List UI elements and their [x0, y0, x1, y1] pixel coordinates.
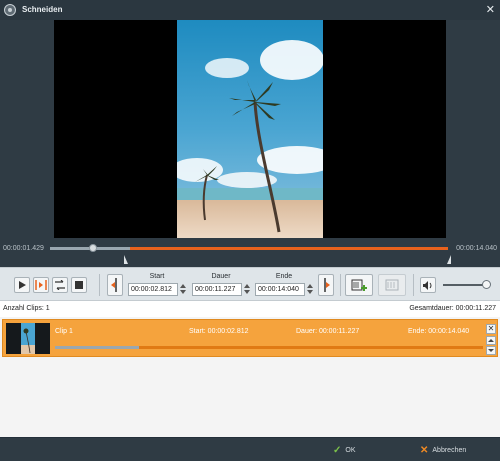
control-bar: Start Dauer Ende — [0, 267, 500, 301]
stop-icon — [75, 281, 83, 289]
clip-side-controls: ✕ — [486, 324, 496, 356]
spin-down-icon[interactable] — [179, 289, 187, 295]
end-spinner[interactable] — [306, 283, 314, 296]
title-bar: Schneiden ✕ — [0, 0, 500, 20]
x-icon: ✕ — [420, 445, 429, 456]
duration-spinner[interactable] — [243, 283, 251, 296]
ok-label: OK — [345, 447, 356, 454]
remove-clip-button[interactable] — [378, 274, 406, 296]
move-down-icon[interactable] — [486, 346, 496, 355]
timeline-track[interactable] — [50, 247, 448, 250]
clip-progress-bar — [55, 346, 483, 349]
volume-icon — [423, 280, 432, 290]
start-spinner[interactable] — [179, 283, 187, 296]
start-time-field[interactable] — [128, 283, 178, 296]
clips-header: Anzahl Clips: 1 Gesamtdauer: 00:00:11.22… — [0, 301, 500, 317]
total-time: 00:00:14.040 — [456, 245, 497, 252]
clip-start: Start: 00:00:02.812 — [189, 328, 249, 335]
video-frame — [54, 20, 446, 238]
volume-slider-handle[interactable] — [482, 280, 491, 289]
clip-thumbnail — [6, 323, 50, 354]
timeline: 00:00:01.429 00:00:14.040 — [0, 241, 500, 267]
dauer-label: Dauer — [211, 273, 231, 280]
set-start-icon — [111, 278, 117, 292]
play-icon — [19, 281, 26, 289]
ok-button[interactable]: ✓ OK — [333, 445, 356, 456]
cancel-label: Abbrechen — [432, 447, 467, 454]
start-marker-handle[interactable] — [124, 255, 128, 264]
app-icon — [4, 4, 16, 16]
remove-clip-icon — [385, 279, 399, 291]
set-start-button[interactable] — [107, 274, 123, 296]
footer: ✓ OK ✕ Abbrechen — [0, 437, 500, 461]
ende-label: Ende — [275, 273, 293, 280]
list-item[interactable]: Clip 1 Start: 00:00:02.812 Dauer: 00:00:… — [2, 319, 498, 357]
cut-dialog: Schneiden ✕ 00:00:01.429 00:00:14.040 St… — [0, 0, 500, 461]
current-time: 00:00:01.429 — [3, 245, 44, 252]
playhead-handle[interactable] — [89, 244, 97, 252]
move-up-icon[interactable] — [486, 336, 496, 345]
start-label: Start — [149, 273, 165, 280]
add-clip-button[interactable] — [345, 274, 373, 296]
clip-count: Anzahl Clips: 1 — [3, 305, 50, 312]
cancel-button[interactable]: ✕ Abbrechen — [420, 445, 466, 456]
set-end-icon — [324, 278, 330, 292]
separator — [99, 274, 100, 296]
volume-slider-track[interactable] — [443, 284, 487, 286]
clip-progress-played — [55, 346, 139, 349]
duration-field[interactable] — [192, 283, 242, 296]
clip-duration: Dauer: 00:00:11.227 — [296, 328, 360, 335]
clip-list: Clip 1 Start: 00:00:02.812 Dauer: 00:00:… — [0, 317, 500, 437]
clip-name: Clip 1 — [55, 328, 73, 335]
end-time-field[interactable] — [255, 283, 305, 296]
separator — [413, 274, 414, 296]
volume-button[interactable] — [420, 277, 436, 293]
play-selection-icon — [35, 280, 47, 290]
window-title: Schneiden — [22, 5, 63, 14]
video-preview-area — [0, 20, 500, 241]
total-duration: Gesamtdauer: 00:00:11.227 — [409, 305, 496, 312]
stop-button[interactable] — [71, 277, 87, 293]
add-clip-icon — [351, 279, 367, 291]
separator — [340, 274, 341, 296]
play-button[interactable] — [14, 277, 30, 293]
end-marker-handle[interactable] — [447, 255, 451, 264]
check-icon: ✓ — [333, 445, 342, 456]
clip-end: Ende: 00:00:14.040 — [408, 328, 470, 335]
video-preview-image — [177, 20, 323, 238]
set-end-button[interactable] — [318, 274, 334, 296]
loop-button[interactable] — [52, 277, 68, 293]
spin-down-icon[interactable] — [243, 289, 251, 295]
timeline-selection — [130, 247, 448, 250]
play-selection-button[interactable] — [33, 277, 49, 293]
loop-icon — [55, 280, 65, 290]
delete-clip-icon[interactable]: ✕ — [486, 324, 496, 334]
spin-down-icon[interactable] — [306, 289, 314, 295]
close-icon[interactable]: ✕ — [486, 3, 495, 16]
